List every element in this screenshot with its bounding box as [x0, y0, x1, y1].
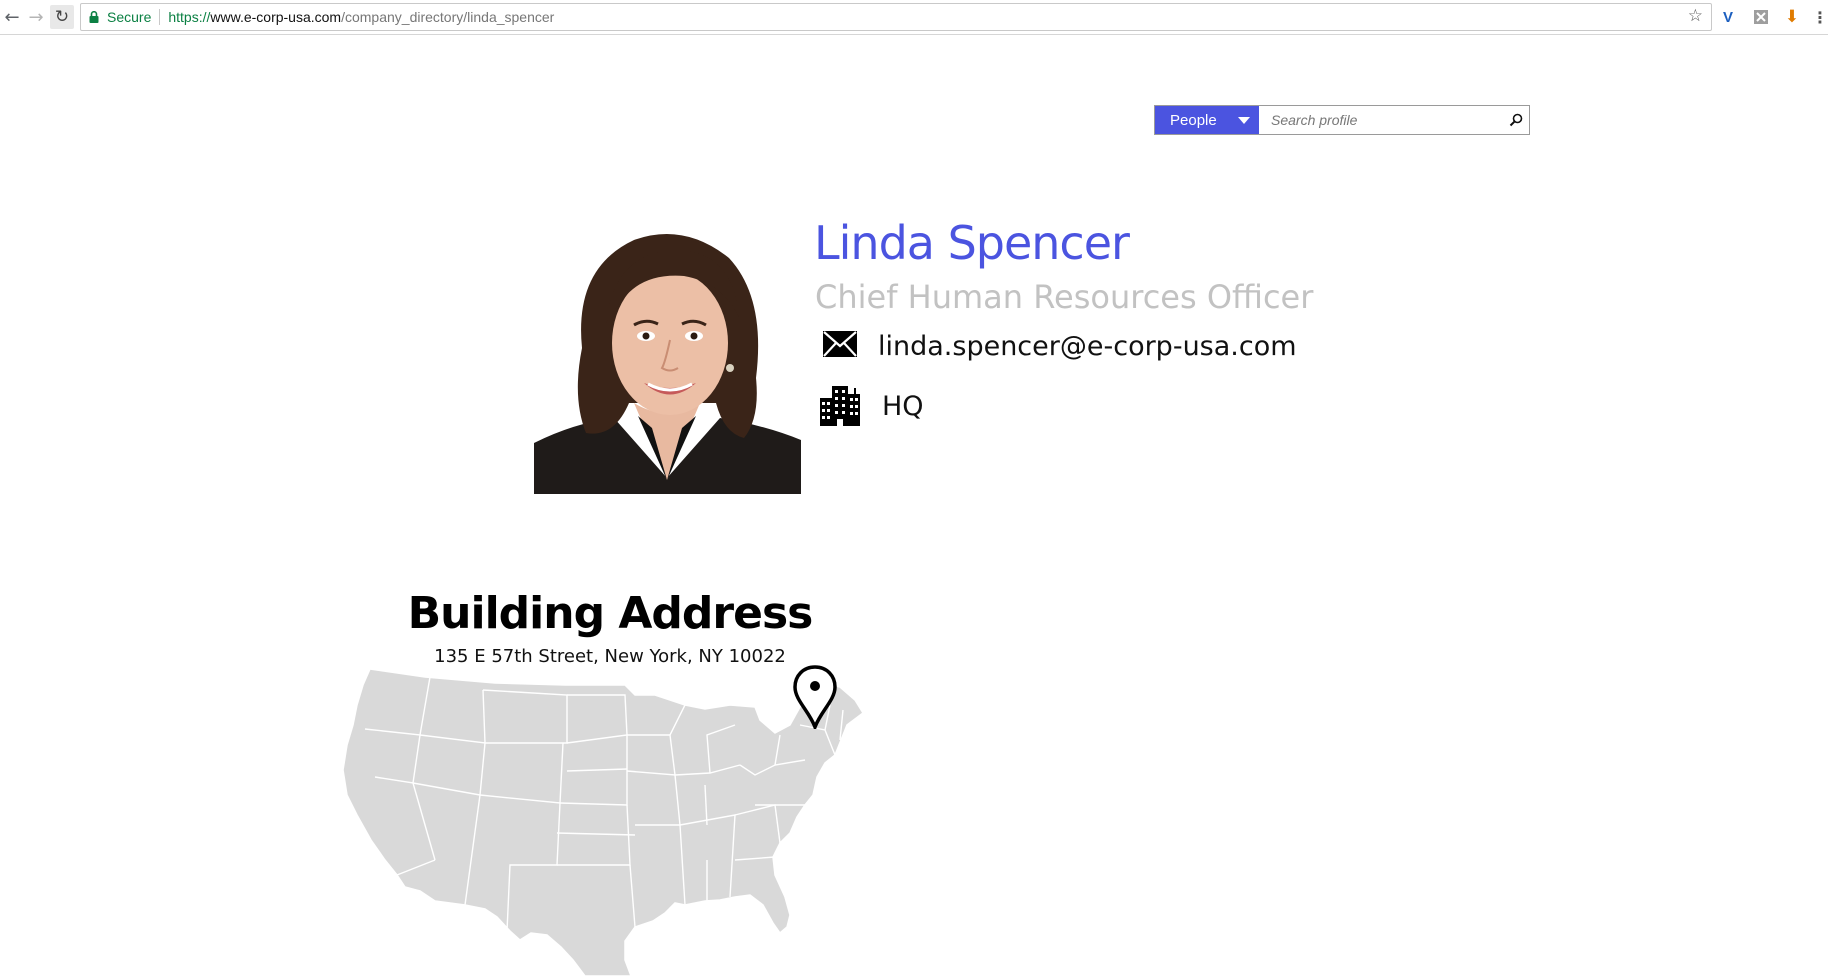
scope-label: People	[1170, 111, 1217, 129]
profile-search: People	[1154, 105, 1530, 135]
search-input[interactable]	[1259, 106, 1503, 134]
building-heading: Building Address	[407, 588, 814, 639]
email-row: linda.spencer@e-corp-usa.com	[822, 330, 1297, 362]
url-text[interactable]: https://www.e-corp-usa.com/company_direc…	[168, 9, 554, 25]
buildings-icon	[818, 382, 862, 430]
menu-icon[interactable]: ⋮	[1812, 7, 1828, 27]
address-bar[interactable]: Secure https://www.e-corp-usa.com/compan…	[80, 3, 1712, 31]
office-row: HQ	[818, 382, 924, 430]
download-icon[interactable]: ⬇	[1782, 7, 1802, 27]
reload-icon[interactable]: ↻	[50, 5, 74, 29]
extension-puzzle-icon[interactable]	[1751, 7, 1771, 27]
star-icon[interactable]: ☆	[1688, 6, 1703, 26]
forward-icon[interactable]: →	[24, 5, 48, 29]
browser-toolbar: ← → ↻ Secure https://www.e-corp-usa.com/…	[0, 0, 1828, 35]
extension-v-icon[interactable]: V	[1718, 7, 1738, 27]
us-map	[335, 665, 890, 977]
profile-photo	[534, 228, 801, 494]
lock-icon	[89, 11, 99, 23]
building-address: 135 E 57th Street, New York, NY 10022	[434, 646, 786, 667]
profile-name: Linda Spencer	[814, 216, 1130, 270]
search-icon[interactable]	[1503, 106, 1529, 134]
envelope-icon	[822, 330, 858, 362]
chevron-down-icon	[1238, 117, 1250, 124]
scope-dropdown[interactable]: People	[1155, 106, 1259, 134]
email-link[interactable]: linda.spencer@e-corp-usa.com	[878, 331, 1297, 362]
secure-label: Secure	[107, 9, 161, 25]
back-icon[interactable]: ←	[0, 5, 24, 29]
map-pin-icon	[793, 665, 837, 729]
profile-title: Chief Human Resources Officer	[815, 278, 1314, 316]
office-label: HQ	[882, 390, 924, 422]
